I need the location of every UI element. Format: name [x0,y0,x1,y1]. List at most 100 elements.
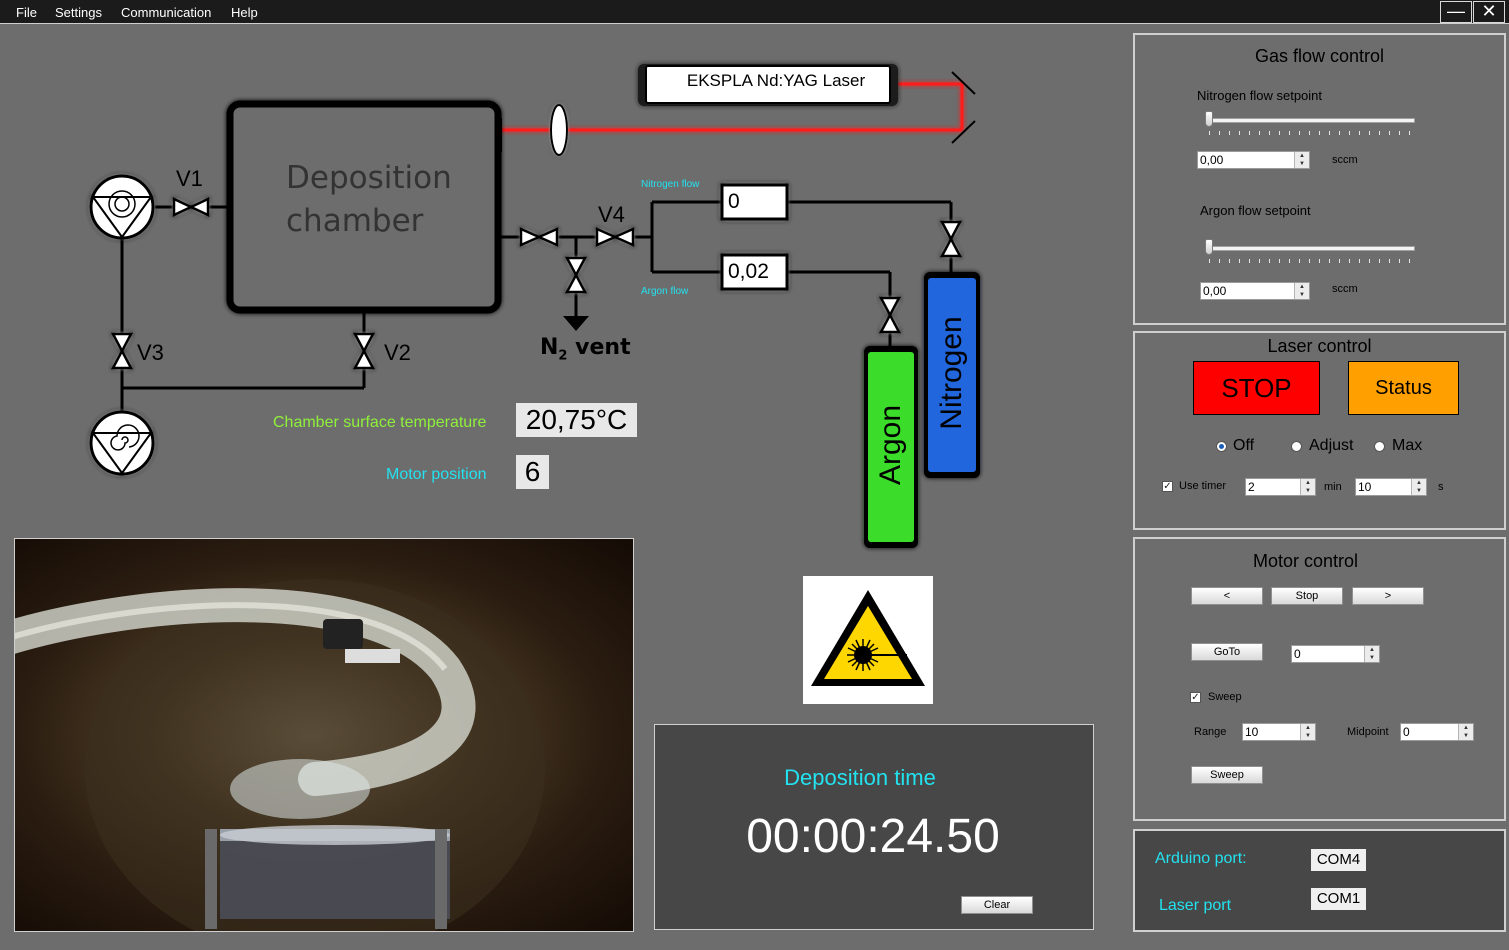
slider-tick [1249,131,1250,135]
slider-tick [1329,259,1330,263]
slider-tick [1229,259,1230,263]
chamber-label-line1: Deposition [286,160,452,196]
motor-left-button[interactable]: < [1191,587,1263,605]
motor-position-value: 6 [516,455,549,489]
lens-icon [550,104,568,156]
slider-tick [1299,259,1300,263]
goto-position-input[interactable]: 0 ▲ ▼ [1291,645,1380,663]
slider-tick [1249,259,1250,263]
slider-tick [1209,131,1210,135]
gas-flow-title: Gas flow control [1254,46,1385,66]
nitrogen-slider-track [1205,118,1415,123]
slider-tick [1409,131,1410,135]
argon-slider-track [1205,246,1415,251]
range-input[interactable]: 10 ▲ ▼ [1242,723,1316,741]
motor-control-title: Motor control [1252,551,1359,571]
ports-panel: Arduino port: COM4 Laser port COM1 [1133,829,1506,932]
slider-tick [1329,131,1330,135]
menu-settings[interactable]: Settings [55,5,102,20]
spinner-arrows-icon[interactable]: ▲ ▼ [1364,646,1379,662]
nitrogen-cylinder-label: Nitrogen [935,316,968,430]
spinner-arrows-icon[interactable]: ▲ ▼ [1300,724,1315,740]
nitrogen-flow-label: Nitrogen flow [641,179,700,190]
laser-mode-off-label: Off [1233,437,1255,454]
laser-mode-off-radio[interactable] [1216,441,1227,452]
clear-button[interactable]: Clear [961,896,1033,914]
nitrogen-setpoint-input[interactable]: 0,00 ▲ ▼ [1197,151,1310,169]
slider-tick [1309,259,1310,263]
laser-control-panel: Laser control STOP Status Off Adjust Max… [1133,331,1506,530]
menu-file[interactable]: File [16,5,37,20]
slider-tick [1349,131,1350,135]
slider-tick [1319,259,1320,263]
slider-tick [1219,259,1220,263]
slider-tick [1339,131,1340,135]
spinner-arrows-icon[interactable]: ▲ ▼ [1294,152,1309,168]
timer-seconds-input[interactable]: 10 ▲ ▼ [1355,478,1427,496]
slider-tick [1339,259,1340,263]
argon-setpoint-label: Argon flow setpoint [1200,203,1311,218]
motor-right-button[interactable]: > [1352,587,1424,605]
sweep-checkbox[interactable]: ✓ [1190,692,1201,703]
laser-mode-max-label: Max [1392,437,1423,454]
goto-button[interactable]: GoTo [1191,643,1263,661]
motor-stop-button[interactable]: Stop [1271,587,1343,605]
slider-tick [1359,259,1360,263]
slider-tick [1269,259,1270,263]
chamber-label-line2: chamber [286,203,424,239]
laser-status-button[interactable]: Status [1348,361,1459,415]
laser-stop-button[interactable]: STOP [1193,361,1320,415]
sweep-checkbox-label: Sweep [1208,691,1242,703]
minimize-button[interactable]: — [1440,1,1472,23]
laser-mode-adjust-radio[interactable] [1291,441,1302,452]
argon-flow-value: 0,02 [728,260,769,283]
slider-tick [1389,259,1390,263]
arduino-port-label: Arduino port: [1155,850,1247,867]
slider-tick [1309,131,1310,135]
slider-tick [1219,131,1220,135]
motor-control-panel: Motor control < Stop > GoTo 0 ▲ ▼ ✓ Sweep … [1133,537,1506,821]
close-button[interactable]: ✕ [1473,1,1505,23]
vent-arrow-icon [563,316,589,331]
slider-tick [1269,131,1270,135]
temperature-label: Chamber surface temperature [273,414,487,431]
laser-mode-max-radio[interactable] [1374,441,1385,452]
nitrogen-flow-value: 0 [728,190,740,213]
spinner-arrows-icon[interactable]: ▲ ▼ [1294,283,1309,299]
menu-help[interactable]: Help [231,5,258,20]
use-timer-label: Use timer [1179,480,1227,492]
midpoint-input[interactable]: 0 ▲ ▼ [1400,723,1474,741]
camera-image [15,579,545,931]
use-timer-checkbox[interactable]: ✓ [1162,481,1173,492]
laser-warning-sign [803,576,933,704]
laser-port-value[interactable]: COM1 [1311,888,1366,910]
slider-tick [1209,259,1210,263]
sweep-button[interactable]: Sweep [1191,766,1263,784]
nitrogen-setpoint-label: Nitrogen flow setpoint [1197,88,1323,103]
slider-tick [1319,131,1320,135]
nitrogen-unit: sccm [1332,154,1358,166]
deposition-title: Deposition time [784,765,936,790]
deposition-panel: Deposition time 00:00:24.50 Clear [654,724,1094,930]
arduino-port-value[interactable]: COM4 [1311,849,1366,871]
spinner-arrows-icon[interactable]: ▲ ▼ [1458,724,1473,740]
spinner-arrows-icon[interactable]: ▲ ▼ [1300,479,1315,495]
timer-minutes-input[interactable]: 2 ▲ ▼ [1245,478,1316,496]
motor-position-label: Motor position [386,466,487,483]
argon-slider-thumb[interactable] [1205,239,1213,255]
slider-tick [1279,131,1280,135]
nitrogen-slider-thumb[interactable] [1205,111,1213,127]
menu-communication[interactable]: Communication [121,5,211,20]
laser-label: EKSPLA Nd:YAG Laser [686,71,866,90]
spinner-arrows-icon[interactable]: ▲ ▼ [1411,479,1426,495]
slider-tick [1379,259,1380,263]
valve-v1-label: V1 [176,166,203,191]
slider-tick [1259,259,1260,263]
argon-flow-label: Argon flow [641,286,689,297]
slider-tick [1399,259,1400,263]
seconds-unit: s [1438,481,1444,493]
slider-tick [1399,131,1400,135]
slider-tick [1369,259,1370,263]
argon-setpoint-input[interactable]: 0,00 ▲ ▼ [1200,282,1310,300]
slider-tick [1369,131,1370,135]
